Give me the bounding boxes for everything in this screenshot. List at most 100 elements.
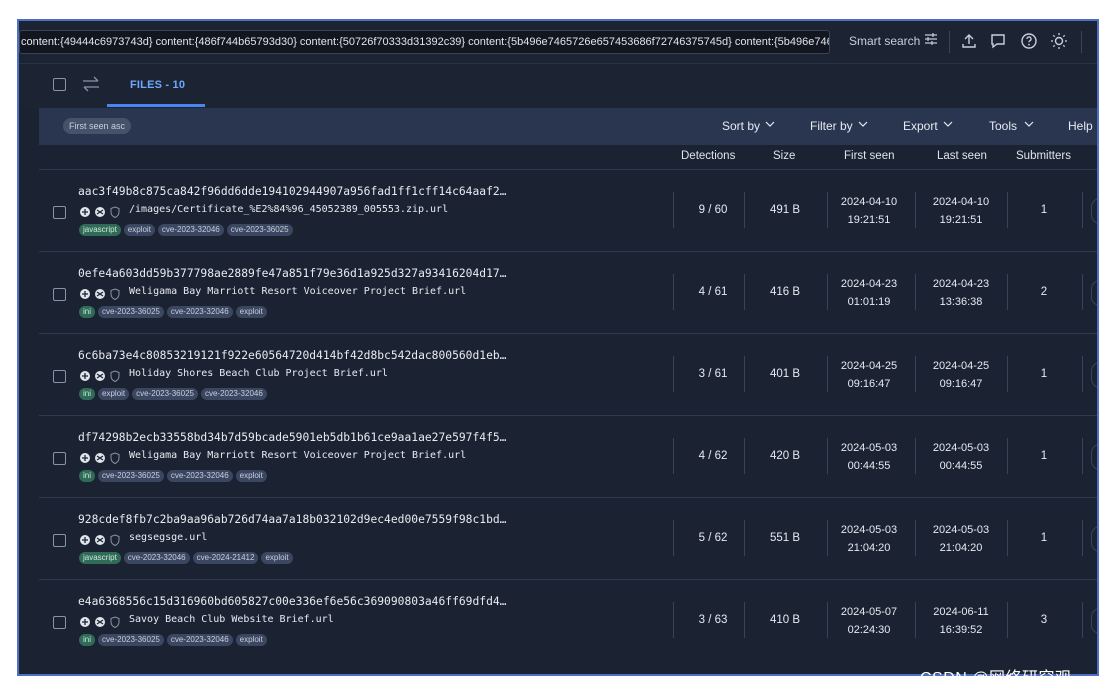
chevron-down-icon: [858, 121, 868, 127]
row-action-button[interactable]: [1091, 198, 1097, 224]
tag-badge[interactable]: cve-2023-36025: [98, 634, 164, 646]
submitters-value: 1: [1040, 204, 1048, 216]
sliders-icon[interactable]: [924, 32, 938, 46]
filter-by-button[interactable]: Filter by: [810, 119, 853, 133]
tag-badge[interactable]: cve-2023-32046: [166, 634, 233, 646]
tag-badge[interactable]: javascript: [79, 552, 121, 564]
divider: [1082, 192, 1083, 228]
chevron-down-icon: [765, 121, 775, 127]
divider: [744, 192, 745, 228]
divider: [744, 274, 745, 310]
row-checkbox[interactable]: [53, 206, 66, 219]
sort-by-button[interactable]: Sort by: [722, 119, 760, 133]
tag-badge[interactable]: ini: [79, 634, 96, 646]
comment-icon[interactable]: [989, 32, 1007, 50]
table-row[interactable]: 0efe4a603dd59b377798ae2889fe47a851f79e36…: [39, 251, 1097, 334]
tag-badge[interactable]: cve-2023-32046: [166, 306, 233, 318]
file-hash-link[interactable]: 6c6ba73e4c80853219121f922e60564720d414bf…: [78, 349, 506, 362]
first-seen-time: 19:21:51: [847, 214, 891, 226]
divider: [673, 602, 674, 638]
row-checkbox[interactable]: [53, 370, 66, 383]
submitters-value: 3: [1040, 614, 1048, 626]
help-button[interactable]: Help: [1068, 119, 1093, 133]
size-value: 551 B: [769, 532, 801, 544]
file-hash-link[interactable]: e4a6368556c15d316960bd605827c00e336ef6e5…: [78, 595, 506, 608]
smart-search-button[interactable]: Smart search: [849, 34, 920, 48]
first-seen-value: 2024-04-10 19:21:51: [829, 193, 909, 229]
tag-badge[interactable]: javascript: [79, 224, 121, 236]
chevron-down-icon: [943, 121, 953, 127]
divider: [827, 520, 828, 556]
file-hash-link[interactable]: 0efe4a603dd59b377798ae2889fe47a851f79e36…: [78, 267, 506, 280]
sun-icon[interactable]: [1050, 32, 1068, 50]
file-hash-link[interactable]: 928cdef8fb7c2ba9aa96ab726d74aa7a18b03210…: [78, 513, 506, 526]
col-first-seen[interactable]: First seen: [844, 150, 895, 162]
export-button[interactable]: Export: [903, 119, 938, 133]
swap-icon[interactable]: [81, 76, 101, 92]
chevron-down-icon: [1024, 121, 1034, 127]
select-all-checkbox[interactable]: [53, 78, 66, 91]
last-seen-date: 2024-05-03: [932, 524, 990, 536]
tag-badge[interactable]: exploit: [98, 388, 130, 400]
detections-value: 9 / 60: [698, 204, 728, 216]
tag-badge[interactable]: cve-2023-36025: [132, 388, 198, 400]
tag-badge[interactable]: cve-2023-36025: [226, 224, 293, 236]
tag-badge[interactable]: cve-2023-36025: [98, 470, 164, 482]
tag-badge[interactable]: cve-2024-21412: [192, 552, 259, 564]
tag-badge[interactable]: cve-2023-36025: [98, 306, 164, 318]
tag-badge[interactable]: ini: [79, 306, 96, 318]
row-checkbox[interactable]: [53, 534, 66, 547]
upload-icon[interactable]: [960, 32, 978, 50]
tag-badge[interactable]: exploit: [235, 634, 267, 646]
tag-badge[interactable]: cve-2023-32046: [166, 470, 233, 482]
row-action-button[interactable]: [1091, 608, 1097, 634]
tag-badge[interactable]: exploit: [235, 306, 267, 318]
detections-value: 3 / 63: [698, 614, 728, 626]
table-row[interactable]: df74298b2ecb33558bd34b7d59bcade5901eb5db…: [39, 415, 1097, 498]
tag-badge[interactable]: exploit: [235, 470, 267, 482]
table-row[interactable]: 928cdef8fb7c2ba9aa96ab726d74aa7a18b03210…: [39, 497, 1097, 580]
size-value: 416 B: [769, 286, 801, 298]
row-checkbox[interactable]: [53, 616, 66, 629]
search-input[interactable]: content:{49444c6973743d} content:{486f74…: [19, 30, 830, 54]
table-row[interactable]: aac3f49b8c875ca842f96dd6dde194102944907a…: [39, 169, 1097, 252]
divider: [827, 274, 828, 310]
tag-badge[interactable]: exploit: [261, 552, 293, 564]
col-size[interactable]: Size: [773, 150, 795, 162]
first-seen-time: 09:16:47: [847, 378, 891, 390]
help-icon[interactable]: [1020, 32, 1038, 50]
tag-badge[interactable]: ini: [79, 388, 96, 400]
first-seen-value: 2024-05-03 00:44:55: [829, 439, 909, 475]
table-row[interactable]: 6c6ba73e4c80853219121f922e60564720d414bf…: [39, 333, 1097, 416]
divider: [1007, 192, 1008, 228]
tab-files[interactable]: FILES - 10: [130, 79, 185, 91]
tag-list: ini cve-2023-36025 cve-2023-32046 exploit: [79, 306, 267, 318]
sort-chip[interactable]: First seen asc: [63, 118, 132, 134]
divider: [744, 438, 745, 474]
tools-button[interactable]: Tools: [989, 119, 1017, 133]
row-checkbox[interactable]: [53, 452, 66, 465]
tag-badge[interactable]: cve-2023-32046: [200, 388, 267, 400]
tag-badge[interactable]: exploit: [123, 224, 155, 236]
file-hash-link[interactable]: aac3f49b8c875ca842f96dd6dde194102944907a…: [78, 185, 506, 198]
divider: [827, 192, 828, 228]
tag-badge[interactable]: cve-2023-32046: [123, 552, 190, 564]
col-submitters[interactable]: Submitters: [1016, 150, 1071, 162]
first-seen-date: 2024-05-07: [840, 606, 898, 618]
row-action-button[interactable]: [1091, 526, 1097, 552]
row-action-button[interactable]: [1091, 280, 1097, 306]
tag-badge[interactable]: ini: [79, 470, 96, 482]
col-last-seen[interactable]: Last seen: [937, 150, 987, 162]
tag-badge[interactable]: cve-2023-32046: [157, 224, 224, 236]
last-seen-value: 2024-05-03 21:04:20: [921, 521, 1001, 557]
col-detections[interactable]: Detections: [681, 150, 735, 162]
row-action-button[interactable]: [1091, 444, 1097, 470]
file-hash-link[interactable]: df74298b2ecb33558bd34b7d59bcade5901eb5db…: [78, 431, 506, 444]
size-value: 410 B: [769, 614, 801, 626]
table-row[interactable]: e4a6368556c15d316960bd605827c00e336ef6e5…: [39, 579, 1097, 662]
file-name: segsegsge.url: [129, 532, 208, 543]
tag-list: ini exploit cve-2023-36025 cve-2023-32046: [79, 388, 267, 400]
file-type-icons: [80, 370, 120, 382]
row-action-button[interactable]: [1091, 362, 1097, 388]
row-checkbox[interactable]: [53, 288, 66, 301]
